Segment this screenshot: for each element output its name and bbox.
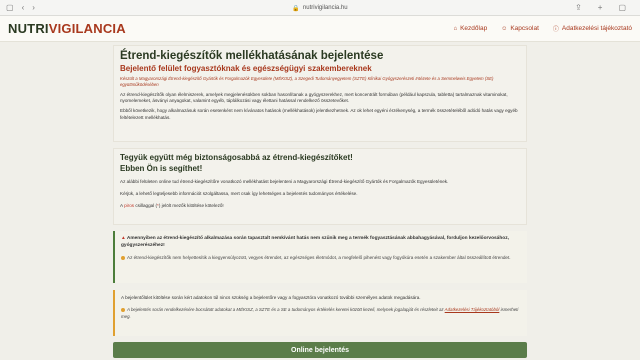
intro-paragraph-1: Az étrend-kiegészítők olyan élelmiszerek… bbox=[120, 92, 508, 104]
info-dot-icon bbox=[121, 308, 125, 313]
main-nav: ⌂ Kezdőlap ☺ Kapcsolat ⓘ Adatkezelési tájék… bbox=[453, 24, 632, 33]
address-bar[interactable]: 🔒 nutrivigilancia.hu bbox=[292, 3, 347, 13]
logo[interactable]: NUTRIVIGILANCIA bbox=[8, 21, 126, 36]
page-title: Étrend-kiegészítők mellékhatásának bejel… bbox=[120, 50, 384, 62]
home-icon: ⌂ bbox=[453, 25, 458, 32]
nav-privacy-link[interactable]: ⓘ Adatkezelési tájékoztató bbox=[553, 24, 632, 33]
intro-paragraph-2: Ebből következik, hogy alkalmazásuk sorá… bbox=[120, 108, 518, 120]
together-subtitle: Ebben Ön is segíthet! bbox=[120, 164, 203, 173]
privacy-text-1: A bejelentőlület kitöltése során kért ad… bbox=[121, 295, 421, 300]
req-suffix: csillaggal ( bbox=[134, 203, 158, 209]
collaboration-note: Készült a Magyarországi Étrend-kiegészít… bbox=[120, 76, 494, 87]
together-title: Tegyük együtt még biztonságosabbá az étr… bbox=[120, 153, 353, 162]
logo-part-vigilancia: VIGILANCIA bbox=[48, 21, 126, 36]
alert-warning-message: Amennyiben az étrend-kiegészítő alkalmaz… bbox=[121, 236, 509, 248]
nav-contact-link[interactable]: ☺ Kapcsolat bbox=[501, 24, 539, 33]
alert-info-message: Az étrend-kiegészítők nem helyettesítik … bbox=[127, 255, 511, 260]
alert-info-text: Az étrend-kiegészítők nem helyettesítik … bbox=[121, 255, 521, 261]
logo-part-nutri: NUTRI bbox=[8, 21, 49, 36]
info-dot-icon bbox=[121, 255, 125, 260]
nav-home-label: Kezdőlap bbox=[460, 25, 488, 32]
tabs-overview-icon[interactable]: ▢ bbox=[618, 0, 626, 16]
privacy-alert: A bejelentőlület kitöltése során kért ad… bbox=[113, 290, 527, 336]
together-paragraph-1: Az alábbi felületen online tud étrend-ki… bbox=[120, 179, 449, 184]
warning-icon: ▲ bbox=[121, 236, 126, 241]
share-icon[interactable]: ⇪ bbox=[575, 0, 582, 16]
info-icon: ⓘ bbox=[552, 27, 559, 33]
contact-icon: ☺ bbox=[501, 25, 508, 32]
nav-privacy-label: Adatkezelési tájékoztató bbox=[561, 25, 632, 32]
url-text: nutrivigilancia.hu bbox=[302, 5, 348, 11]
sidebar-toggle-icon[interactable]: ▢ bbox=[6, 0, 14, 16]
lock-icon: 🔒 bbox=[292, 5, 300, 12]
new-tab-icon[interactable]: + bbox=[598, 0, 603, 16]
privacy-text-2: A bejelentés során rendelkezésére bocsát… bbox=[121, 307, 521, 320]
back-icon[interactable]: ‹ bbox=[22, 0, 25, 16]
alert-warning-text: ▲ Amennyiben az étrend-kiegészítő alkalm… bbox=[121, 236, 521, 249]
together-card: Tegyük együtt még biztonságosabbá az étr… bbox=[113, 148, 527, 225]
medical-advice-alert: ▲ Amennyiben az étrend-kiegészítő alkalm… bbox=[113, 231, 527, 283]
nav-home-link[interactable]: ⌂ Kezdőlap bbox=[453, 24, 487, 33]
intro-card: Étrend-kiegészítők mellékhatásának bejel… bbox=[113, 45, 527, 142]
required-fields-note: A piros csillaggal (*) jelölt mezők kitö… bbox=[120, 203, 520, 209]
page-subtitle: Bejelentő felület fogyasztóknak és egész… bbox=[120, 64, 372, 73]
together-paragraph-2: Kérjük, a lehető legteljesebb információ… bbox=[120, 191, 358, 197]
privacy-prefix: A bejelentés során rendelkezésére bocsát… bbox=[127, 307, 445, 313]
site-header: NUTRIVIGILANCIA ⌂ Kezdőlap ☺ Kapcsolat ⓘ Ad… bbox=[0, 16, 640, 42]
online-report-button[interactable]: Online bejelentés bbox=[113, 342, 527, 358]
forward-icon[interactable]: › bbox=[32, 0, 35, 16]
req-word: piros bbox=[124, 203, 135, 209]
req-end: ) jelölt mezők kitöltése kötelező! bbox=[158, 203, 224, 209]
browser-toolbar: ▢ ‹ › 🔒 nutrivigilancia.hu ⇪ + ▢ bbox=[0, 0, 640, 16]
privacy-policy-link[interactable]: Adatkezelési Tájékoztatóból bbox=[445, 307, 500, 312]
nav-contact-label: Kapcsolat bbox=[510, 25, 539, 32]
